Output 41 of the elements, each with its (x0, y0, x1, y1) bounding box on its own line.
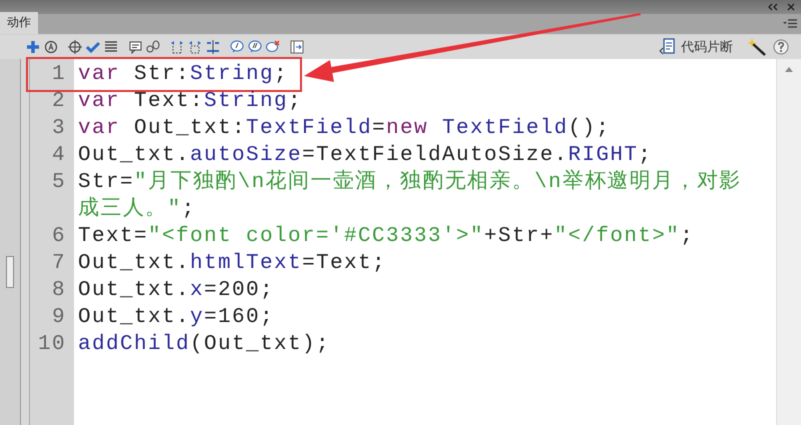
show-panel-icon[interactable] (290, 40, 304, 54)
snippet-icon[interactable] (659, 38, 675, 56)
comment-icon[interactable] (128, 40, 142, 54)
code-line: var Text:String; (78, 89, 302, 115)
line-comment-icon[interactable] (248, 40, 262, 54)
help-icon[interactable] (773, 39, 789, 55)
scroll-up-icon[interactable] (785, 67, 793, 72)
line-number: 6 (52, 225, 66, 248)
code-line: Str="月下独酌\n花间一壶酒，独酌无相亲。\n举杯邀明月，对影成三人。"; (78, 169, 743, 223)
panel-collapse-handle[interactable] (6, 256, 14, 288)
line-number: 8 (52, 279, 66, 302)
checkmark-icon[interactable] (86, 40, 100, 54)
code-line: var Str:String; (78, 62, 288, 88)
code-line: Out_txt.htmlText=Text; (78, 251, 386, 277)
line-number: 1 (52, 63, 66, 86)
close-icon[interactable] (787, 3, 795, 11)
block-comment-icon[interactable] (230, 40, 244, 54)
remove-comment-icon[interactable] (266, 40, 280, 54)
panel-tab[interactable]: 动作 (0, 12, 38, 34)
code-line: Out_txt.y=160; (78, 305, 274, 331)
snippets-button[interactable]: 代码片断 (681, 38, 733, 56)
collapse-icon[interactable] (767, 3, 779, 11)
line-number: 9 (52, 306, 66, 329)
code-line: addChild(Out_txt); (78, 332, 330, 358)
line-number: 5 (52, 171, 66, 194)
line-number: 10 (38, 333, 66, 356)
line-number: 7 (52, 252, 66, 275)
code-line: Text="<font color='#CC3333'>"+Str+"</font>"; (78, 224, 694, 250)
line-number: 2 (52, 90, 66, 113)
line-number: 4 (52, 144, 66, 167)
crosshair-icon[interactable] (68, 40, 82, 54)
align-lines-icon[interactable] (104, 40, 118, 54)
line-number: 3 (52, 117, 66, 140)
scrollbar[interactable] (776, 59, 801, 425)
code-line: var Out_txt:TextField=new TextField(); (78, 116, 610, 142)
circled-a-icon[interactable] (44, 40, 58, 54)
add-icon[interactable] (26, 40, 40, 54)
code-line: Out_txt.autoSize=TextFieldAutoSize.RIGHT; (78, 143, 652, 169)
code-line: Out_txt.x=200; (78, 278, 274, 304)
panel-menu-icon[interactable] (783, 19, 797, 28)
magic-wand-icon[interactable] (747, 38, 767, 56)
